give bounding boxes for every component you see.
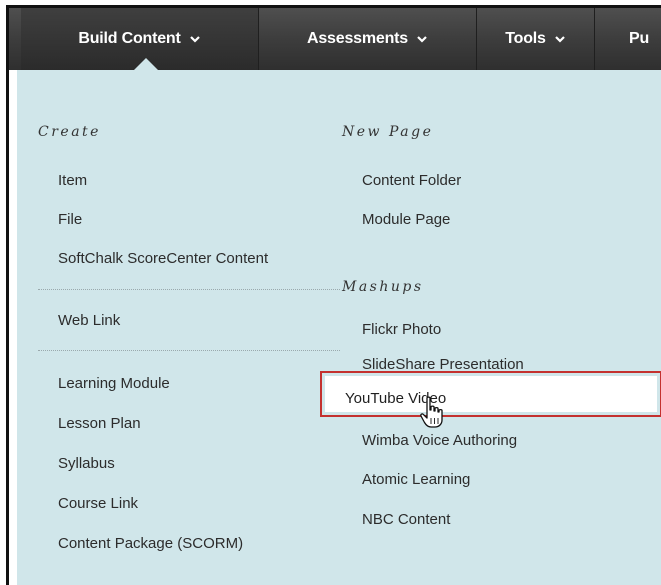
menu-item-file[interactable]: File <box>58 211 82 228</box>
tab-tools[interactable]: Tools <box>477 8 595 70</box>
chevron-down-icon <box>554 36 565 43</box>
tab-label: Pu <box>629 30 650 47</box>
tab-assessments[interactable]: Assessments <box>259 8 477 70</box>
menu-item-content-package[interactable]: Content Package (SCORM) <box>58 535 243 552</box>
menu-item-learning-module[interactable]: Learning Module <box>58 375 170 392</box>
course-menu-bar: Build Content Assessments Tools Pu <box>9 8 661 70</box>
hand-cursor-icon <box>420 396 443 428</box>
menu-item-flickr-photo[interactable]: Flickr Photo <box>362 321 441 338</box>
chevron-down-icon <box>189 36 200 43</box>
heading-new-page: New Page <box>342 124 434 140</box>
menu-item-web-link[interactable]: Web Link <box>58 312 120 329</box>
menu-item-wimba[interactable]: Wimba Voice Authoring <box>362 432 517 449</box>
menu-item-lesson-plan[interactable]: Lesson Plan <box>58 415 141 432</box>
chevron-down-icon <box>417 36 427 43</box>
separator <box>38 289 340 290</box>
tab-label: Assessments <box>307 30 408 47</box>
menu-pointer <box>134 58 158 70</box>
heading-mashups: Mashups <box>342 279 424 295</box>
menu-item-nbc-content[interactable]: NBC Content <box>362 511 450 528</box>
separator <box>38 350 340 351</box>
menu-item-atomic-learning[interactable]: Atomic Learning <box>362 471 470 488</box>
menu-item-module-page[interactable]: Module Page <box>362 211 450 228</box>
menu-item-item[interactable]: Item <box>58 172 87 189</box>
heading-create: Create <box>38 124 101 140</box>
menu-item-course-link[interactable]: Course Link <box>58 495 138 512</box>
tab-partial[interactable]: Pu <box>595 8 661 70</box>
menu-item-softchalk[interactable]: SoftChalk ScoreCenter Content <box>58 250 268 267</box>
build-content-menu: Create Item File SoftChalk ScoreCenter C… <box>17 70 661 585</box>
menu-item-syllabus[interactable]: Syllabus <box>58 455 115 472</box>
menu-item-content-folder[interactable]: Content Folder <box>362 172 461 189</box>
window-frame: Build Content Assessments Tools Pu Creat… <box>6 5 661 585</box>
tab-label: Build Content <box>78 30 181 47</box>
tab-label: Tools <box>505 30 546 47</box>
